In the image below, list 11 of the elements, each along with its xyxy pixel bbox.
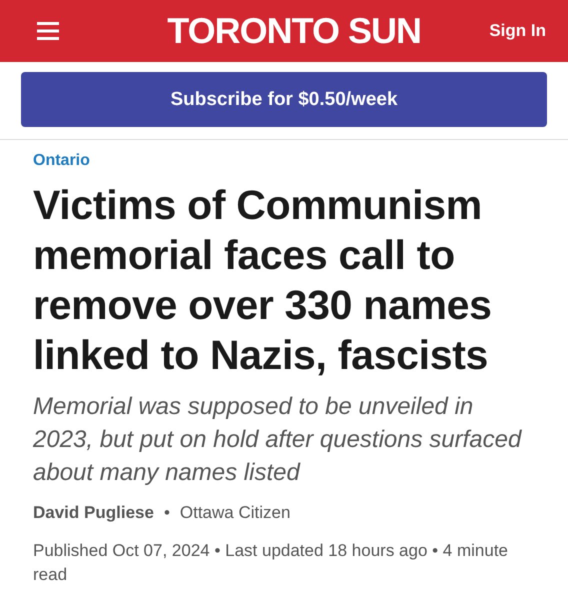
logo[interactable]: TORONTO SUN <box>167 10 422 52</box>
author-link[interactable]: David Pugliese <box>33 503 154 523</box>
menu-icon[interactable] <box>37 22 59 40</box>
publish-info: Published Oct 07, 2024 • Last updated 18 hours ago • 4 minute read <box>33 540 510 586</box>
subheadline: Memorial was supposed to be unveiled in 2023, but put on hold after questions surfaced about many names listed <box>33 392 523 488</box>
headline: Victims of Communism memorial faces call to remove over 330 names linked to Nazis, fascists <box>33 181 493 380</box>
sign-in-link[interactable]: Sign In <box>489 21 546 41</box>
source-name: Ottawa Citizen <box>180 503 290 523</box>
separator: • <box>164 503 170 523</box>
section-link[interactable]: Ontario <box>33 152 535 170</box>
subscribe-button[interactable]: Subscribe for $0.50/week <box>21 72 547 127</box>
